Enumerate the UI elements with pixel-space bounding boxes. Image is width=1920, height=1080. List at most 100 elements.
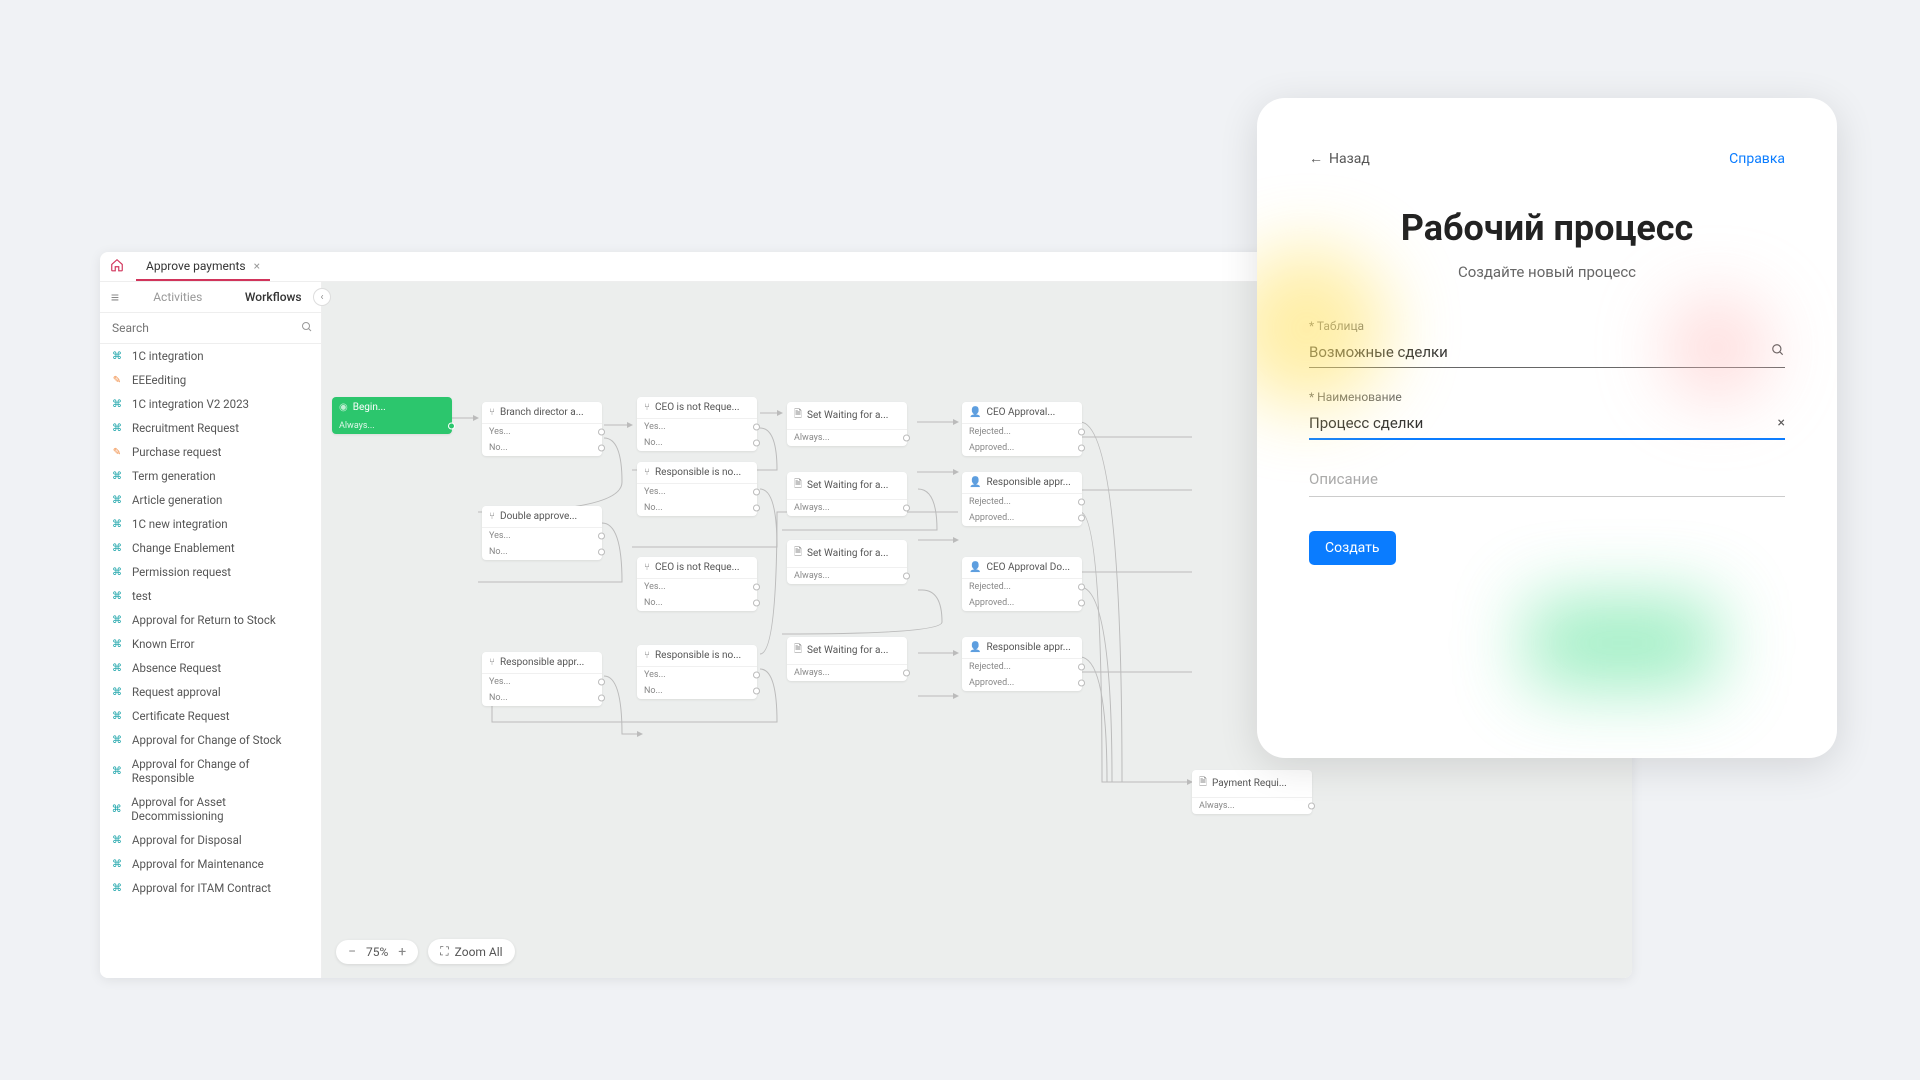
node-branch-director[interactable]: ⑂Branch director a... Yes... No... <box>482 402 602 456</box>
sidebar: ≡ Activities Workflows ‹ ⌘1C integration… <box>100 282 322 978</box>
sidebar-item-label: 1C integration <box>132 349 204 363</box>
help-link[interactable]: Справка <box>1729 151 1785 167</box>
workflow-icon: ⌘ <box>110 685 124 699</box>
node-responsible-appr-left[interactable]: ⑂Responsible appr... Yes... No... <box>482 652 602 706</box>
sidebar-item[interactable]: ⌘Article generation <box>100 488 321 512</box>
fork-icon: ⑂ <box>489 657 495 668</box>
sidebar-item-label: Recruitment Request <box>132 421 239 435</box>
zoom-level: 75% <box>366 945 388 959</box>
zoom-all-button[interactable]: ⛶ Zoom All <box>428 939 514 964</box>
node-ceo-not-reque-2[interactable]: ⑂CEO is not Reque... Yes... No... <box>637 557 757 611</box>
fit-icon: ⛶ <box>440 944 448 959</box>
back-button[interactable]: ← Назад <box>1309 150 1370 167</box>
sidebar-item[interactable]: ⌘ 1C integration <box>100 344 321 368</box>
search-row <box>100 313 321 344</box>
node-wait-4[interactable]: 🗎Set Waiting for a... Always... <box>787 637 907 681</box>
search-input[interactable] <box>108 317 301 339</box>
node-ceo-approval[interactable]: 👤CEO Approval... Rejected... Approved... <box>962 402 1082 456</box>
user-icon: 👤 <box>969 562 981 573</box>
fork-icon: ⑂ <box>489 511 495 522</box>
sidebar-item[interactable]: ⌘Permission request <box>100 560 321 584</box>
sidebar-item[interactable]: ⌘Approval for Asset Decommissioning <box>100 790 321 828</box>
node-wait-3[interactable]: 🗎Set Waiting for a... Always... <box>787 540 907 584</box>
table-input[interactable] <box>1309 343 1771 361</box>
node-responsible-is-no-2[interactable]: ⑂Responsible is no... Yes... No... <box>637 645 757 699</box>
workflow-icon: ⌘ <box>110 613 124 627</box>
sidebar-item[interactable]: ⌘ test <box>100 584 321 608</box>
home-icon[interactable] <box>110 257 124 276</box>
create-workflow-modal: ← Назад Справка Рабочий процесс Создайте… <box>1257 98 1837 758</box>
sidebar-item-label: Change Enablement <box>132 541 235 555</box>
sidebar-item[interactable]: ⌘ Absence Request <box>100 656 321 680</box>
name-input[interactable] <box>1309 414 1778 432</box>
tab-approve-payments[interactable]: Approve payments × <box>136 253 270 281</box>
sidebar-item[interactable]: ⌘Request approval <box>100 680 321 704</box>
modal-title: Рабочий процесс <box>1309 207 1785 249</box>
search-icon[interactable] <box>1771 343 1785 361</box>
sidebar-item-label: Absence Request <box>132 661 221 675</box>
workflow-icon: ⌘ <box>110 764 124 778</box>
node-wait-2[interactable]: 🗎Set Waiting for a... Always... <box>787 472 907 516</box>
sidebar-item[interactable]: ⌘Approval for Return to Stock <box>100 608 321 632</box>
node-ceo-not-reque-1[interactable]: ⑂CEO is not Reque... Yes... No... <box>637 397 757 451</box>
workflow-icon: ⌘ <box>110 733 124 747</box>
sidebar-item-label: Permission request <box>132 565 231 579</box>
create-button[interactable]: Создать <box>1309 531 1396 565</box>
sidebar-item[interactable]: ⌘Approval for Change of Stock <box>100 728 321 752</box>
user-icon: 👤 <box>969 477 981 488</box>
description-field[interactable]: Описание <box>1309 462 1785 497</box>
sidebar-item[interactable]: ⌘Certificate Request <box>100 704 321 728</box>
workflow-icon: ⌘ <box>110 397 124 411</box>
doc-icon: 🗎 <box>794 545 802 562</box>
node-payment-requi[interactable]: 🗎Payment Requi... Always... <box>1192 770 1312 814</box>
node-ceo-approval-do[interactable]: 👤CEO Approval Do... Rejected... Approved… <box>962 557 1082 611</box>
fork-icon: ⑂ <box>644 402 650 413</box>
zoom-in-button[interactable]: + <box>398 945 406 959</box>
sidebar-item[interactable]: ⌘ Known Error <box>100 632 321 656</box>
sidebar-item-label: Approval for Maintenance <box>132 857 264 871</box>
sidebar-item[interactable]: ⌘Term generation <box>100 464 321 488</box>
fork-icon: ⑂ <box>644 562 650 573</box>
sidebar-item[interactable]: ⌘1C new integration <box>100 512 321 536</box>
search-icon[interactable] <box>301 321 313 336</box>
node-double-approve[interactable]: ⑂Double approve... Yes... No... <box>482 506 602 560</box>
zoom-stepper: − 75% + <box>336 940 418 964</box>
decor-glow <box>1527 598 1717 688</box>
sidebar-item[interactable]: ⌘ Approval for Maintenance <box>100 852 321 876</box>
workflow-icon: ⌘ <box>110 802 123 816</box>
close-icon[interactable]: × <box>254 259 260 273</box>
tab-workflows[interactable]: Workflows <box>226 282 322 312</box>
node-responsible-is-no-1[interactable]: ⑂Responsible is no... Yes... No... <box>637 462 757 516</box>
sidebar-item-label: Approval for Change of Responsible <box>132 757 311 785</box>
workflow-icon: ⌘ <box>110 421 124 435</box>
modal-subtitle: Создайте новый процесс <box>1309 263 1785 281</box>
menu-icon[interactable]: ≡ <box>100 289 130 306</box>
clear-icon[interactable]: × <box>1778 415 1785 431</box>
workflow-icon: ⌘ <box>110 661 124 675</box>
workflow-icon: ⌘ <box>110 637 124 651</box>
workflow-icon: ⌘ <box>110 349 124 363</box>
sidebar-item[interactable]: ⌘Approval for ITAM Contract <box>100 876 321 900</box>
node-begin[interactable]: ◉Begin... Always... <box>332 397 452 434</box>
edit-icon: ✎ <box>110 445 124 459</box>
sidebar-item-label: EEEediting <box>132 373 186 387</box>
sidebar-item[interactable]: ⌘Approval for Disposal <box>100 828 321 852</box>
sidebar-item[interactable]: ✎Purchase request <box>100 440 321 464</box>
sidebar-item[interactable]: ⌘Change Enablement <box>100 536 321 560</box>
workflow-icon: ⌘ <box>110 857 124 871</box>
sidebar-item[interactable]: ⌘1C integration V2 2023 <box>100 392 321 416</box>
sidebar-item-label: test <box>132 589 152 603</box>
sidebar-item[interactable]: ⌘ Approval for Change of Responsible <box>100 752 321 790</box>
zoom-out-button[interactable]: − <box>348 945 356 959</box>
sidebar-item-label: Known Error <box>132 637 195 651</box>
sidebar-item[interactable]: ✎EEEediting <box>100 368 321 392</box>
sidebar-item[interactable]: ⌘ Recruitment Request <box>100 416 321 440</box>
node-wait-1[interactable]: 🗎Set Waiting for a... Always... <box>787 402 907 446</box>
collapse-sidebar-icon[interactable]: ‹ <box>313 288 331 306</box>
node-responsible-appr-2[interactable]: 👤Responsible appr... Rejected... Approve… <box>962 637 1082 691</box>
doc-icon: 🗎 <box>794 642 802 659</box>
tab-activities[interactable]: Activities <box>130 282 226 312</box>
node-responsible-appr-1[interactable]: 👤Responsible appr... Rejected... Approve… <box>962 472 1082 526</box>
workflow-icon: ⌘ <box>110 589 124 603</box>
fork-icon: ⑂ <box>489 407 495 418</box>
